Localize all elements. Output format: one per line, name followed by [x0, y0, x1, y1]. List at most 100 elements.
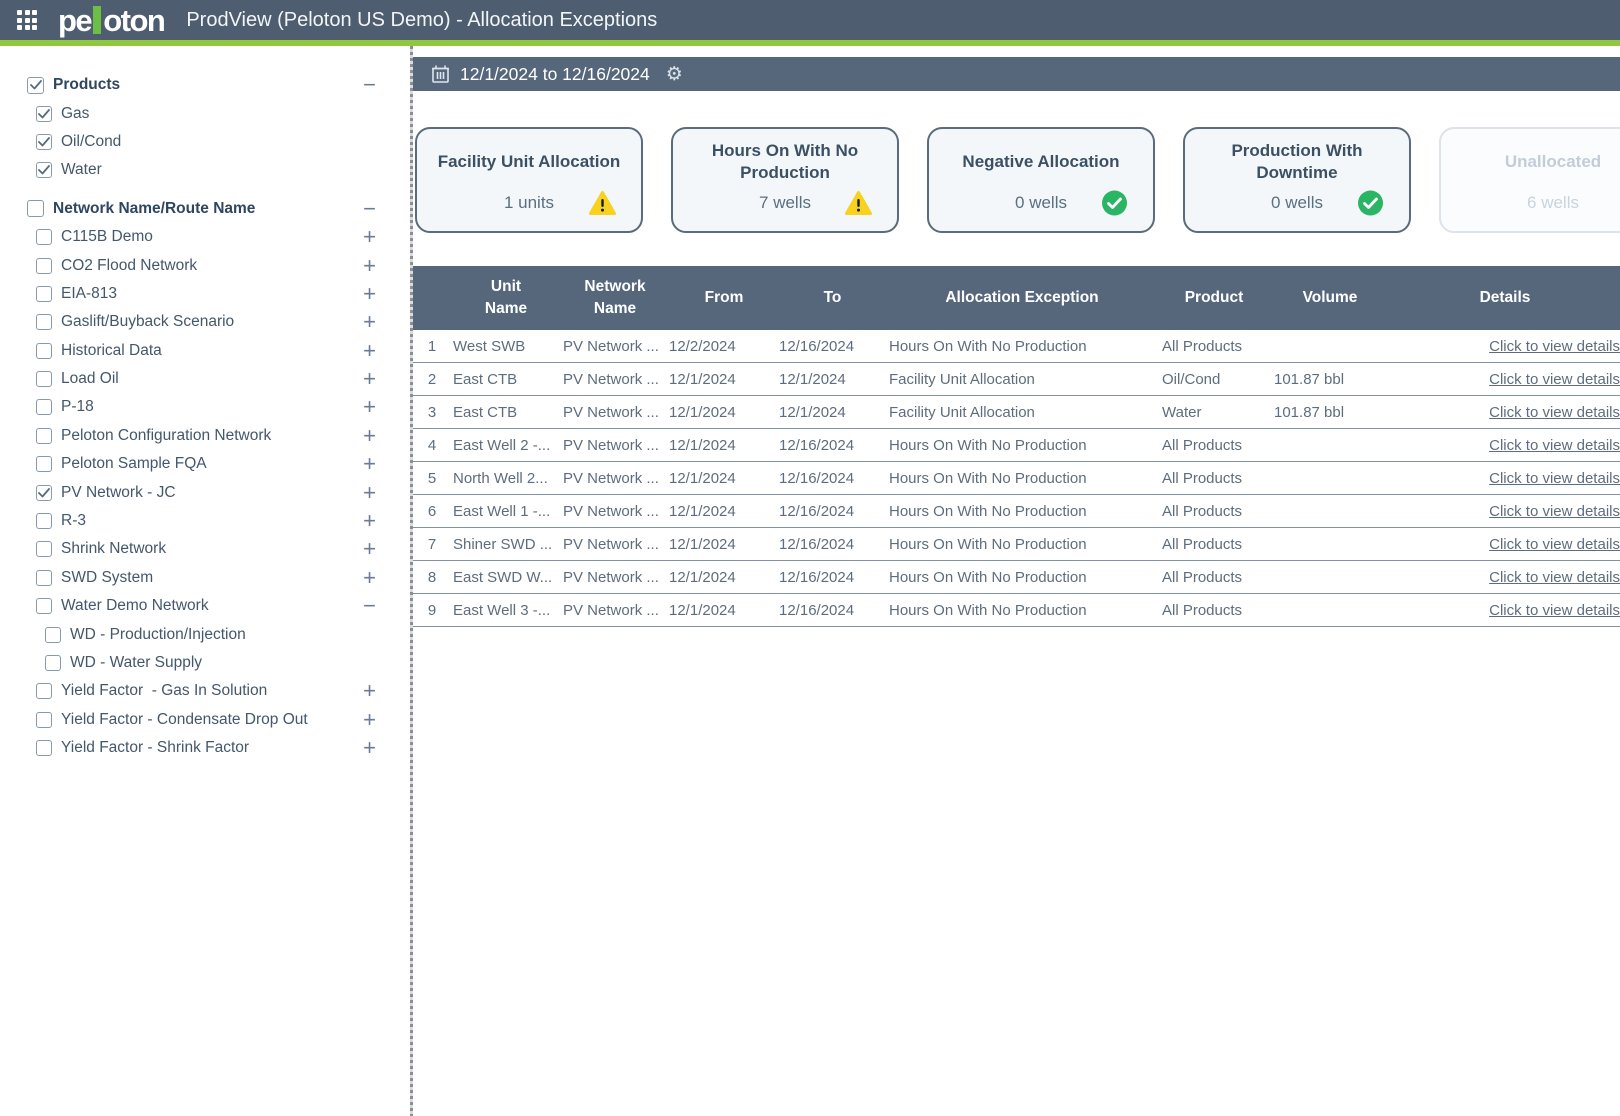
- checkbox[interactable]: [36, 712, 52, 728]
- checkbox[interactable]: [36, 541, 52, 557]
- card-value-row: 0 wells: [1185, 187, 1409, 219]
- filter-sidebar: Products − Gas Oil/Cond Water Network Na…: [0, 46, 410, 1116]
- app-launcher-grid-icon[interactable]: [14, 7, 40, 33]
- summary-card[interactable]: Negative Allocation 0 wells: [927, 127, 1155, 233]
- plus-expander-icon[interactable]: +: [363, 340, 376, 362]
- cell-volume: [1270, 495, 1390, 527]
- checkbox[interactable]: [36, 428, 52, 444]
- sidebar-tree-item: Gaslift/Buyback Scenario +: [0, 308, 410, 336]
- details-link[interactable]: Click to view details: [1489, 404, 1620, 421]
- date-range-bar: 12/1/2024 to 12/16/2024 ⚙: [413, 57, 1620, 91]
- checkbox[interactable]: [27, 77, 44, 94]
- col-header-product[interactable]: Product: [1158, 266, 1270, 330]
- checkbox[interactable]: [36, 258, 52, 274]
- checkbox[interactable]: [45, 655, 61, 671]
- plus-expander-icon[interactable]: +: [363, 510, 376, 532]
- minus-collapse-icon[interactable]: −: [363, 198, 376, 220]
- summary-card[interactable]: Hours On With No Production 7 wells: [671, 127, 899, 233]
- checkbox[interactable]: [36, 134, 52, 150]
- details-link[interactable]: Click to view details: [1489, 470, 1620, 487]
- checkbox[interactable]: [36, 286, 52, 302]
- checkbox[interactable]: [45, 627, 61, 643]
- cell-details: Click to view details: [1390, 330, 1620, 362]
- sidebar-tree-item: SWD System +: [0, 564, 410, 592]
- checkbox[interactable]: [36, 162, 52, 178]
- details-link[interactable]: Click to view details: [1489, 569, 1620, 586]
- plus-expander-icon[interactable]: +: [363, 226, 376, 248]
- table-row: 3 East CTB PV Network ... 12/1/2024 12/1…: [413, 396, 1620, 429]
- plus-expander-icon[interactable]: +: [363, 311, 376, 333]
- calendar-icon[interactable]: [430, 64, 451, 84]
- tree-item-label: Load Oil: [61, 370, 119, 388]
- col-header-volume[interactable]: Volume: [1270, 266, 1390, 330]
- plus-expander-icon[interactable]: +: [363, 567, 376, 589]
- summary-card[interactable]: Facility Unit Allocation 1 units: [415, 127, 643, 233]
- plus-expander-icon[interactable]: +: [363, 396, 376, 418]
- app-header: pe oton ProdView (Peloton US Demo) - All…: [0, 0, 1620, 40]
- card-value-row: 6 wells: [1441, 187, 1620, 219]
- checkbox[interactable]: [36, 106, 52, 122]
- col-header-to[interactable]: To: [779, 266, 886, 330]
- minus-collapse-icon[interactable]: −: [363, 74, 376, 96]
- summary-card[interactable]: Unallocated 6 wells: [1439, 127, 1620, 233]
- details-link[interactable]: Click to view details: [1489, 536, 1620, 553]
- details-link[interactable]: Click to view details: [1489, 371, 1620, 388]
- cell-to-date: 12/16/2024: [779, 429, 886, 461]
- col-header-network-name[interactable]: Network Name: [561, 266, 669, 330]
- plus-expander-icon[interactable]: +: [363, 737, 376, 759]
- cell-network-name: PV Network ...: [561, 330, 669, 362]
- col-header-details[interactable]: Details: [1390, 266, 1620, 330]
- plus-expander-icon[interactable]: +: [363, 368, 376, 390]
- checkmark-icon: [30, 80, 42, 90]
- tree-item-label: EIA-813: [61, 285, 117, 303]
- cell-to-date: 12/16/2024: [779, 495, 886, 527]
- sidebar-tree-item: Water Demo Network −: [0, 592, 410, 620]
- col-header-allocation-exception[interactable]: Allocation Exception: [886, 266, 1158, 330]
- checkbox[interactable]: [27, 200, 44, 217]
- details-link[interactable]: Click to view details: [1489, 602, 1620, 619]
- details-link[interactable]: Click to view details: [1489, 437, 1620, 454]
- checkbox[interactable]: [36, 314, 52, 330]
- checkbox[interactable]: [36, 570, 52, 586]
- plus-expander-icon[interactable]: +: [363, 453, 376, 475]
- checkbox[interactable]: [36, 456, 52, 472]
- checkbox[interactable]: [36, 399, 52, 415]
- tree-item-label: Peloton Sample FQA: [61, 455, 207, 473]
- plus-expander-icon[interactable]: +: [363, 425, 376, 447]
- card-title: Facility Unit Allocation: [417, 129, 641, 187]
- details-link[interactable]: Click to view details: [1489, 338, 1620, 355]
- col-header-from[interactable]: From: [669, 266, 779, 330]
- checkbox[interactable]: [36, 740, 52, 756]
- checkbox[interactable]: [36, 371, 52, 387]
- checkbox[interactable]: [36, 229, 52, 245]
- sidebar-tree-item: Yield Factor - Shrink Factor +: [0, 734, 410, 762]
- checkbox[interactable]: [36, 513, 52, 529]
- gear-icon[interactable]: ⚙: [666, 63, 683, 85]
- checkbox[interactable]: [36, 598, 52, 614]
- logo-green-bar: [93, 6, 101, 34]
- plus-expander-icon[interactable]: +: [363, 283, 376, 305]
- card-title: Hours On With No Production: [673, 129, 897, 187]
- details-link[interactable]: Click to view details: [1489, 503, 1620, 520]
- summary-card[interactable]: Production With Downtime 0 wells: [1183, 127, 1411, 233]
- plus-expander-icon[interactable]: +: [363, 538, 376, 560]
- cell-product: All Products: [1158, 528, 1270, 560]
- cell-allocation-exception: Hours On With No Production: [886, 528, 1158, 560]
- sidebar-tree-item: Yield Factor - Condensate Drop Out +: [0, 706, 410, 734]
- col-header-unit-name[interactable]: Unit Name: [451, 266, 561, 330]
- tree-item-label: Oil/Cond: [61, 133, 121, 151]
- plus-expander-icon[interactable]: +: [363, 255, 376, 277]
- cell-row-number: 1: [413, 330, 451, 362]
- plus-expander-icon[interactable]: +: [363, 680, 376, 702]
- plus-expander-icon[interactable]: +: [363, 482, 376, 504]
- date-range-value[interactable]: 12/1/2024 to 12/16/2024: [460, 64, 650, 85]
- checkbox[interactable]: [36, 343, 52, 359]
- plus-expander-icon[interactable]: +: [363, 709, 376, 731]
- table-row: 8 East SWD W... PV Network ... 12/1/2024…: [413, 561, 1620, 594]
- cell-volume: [1270, 462, 1390, 494]
- checkbox[interactable]: [36, 485, 52, 501]
- tree-item-label: Gaslift/Buyback Scenario: [61, 313, 234, 331]
- minus-collapse-icon[interactable]: −: [363, 595, 376, 617]
- checkbox[interactable]: [36, 683, 52, 699]
- checkmark-icon: [38, 137, 50, 147]
